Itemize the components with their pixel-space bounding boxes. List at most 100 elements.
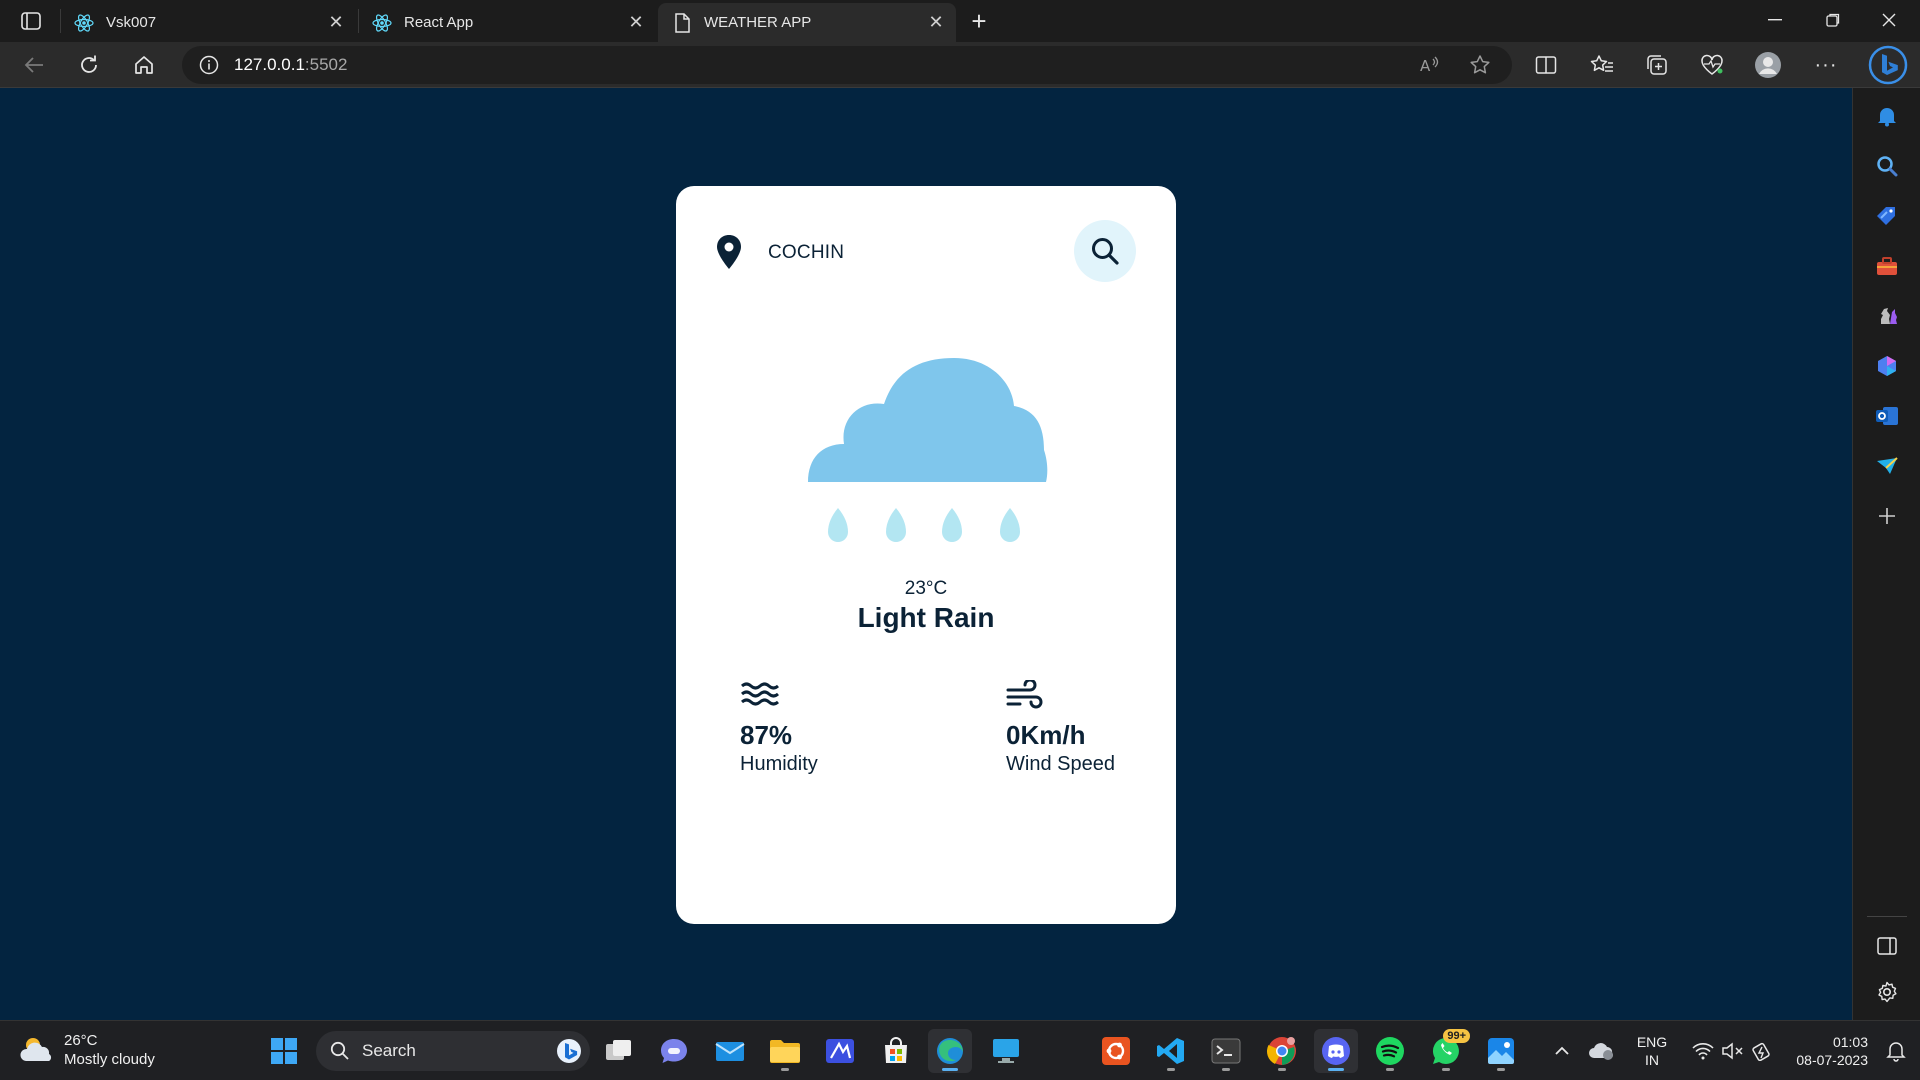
refresh-button[interactable] — [71, 48, 107, 82]
settings-menu-button[interactable]: ··· — [1808, 48, 1844, 82]
vscode-button[interactable] — [1149, 1029, 1193, 1073]
vector-app-button[interactable] — [818, 1029, 862, 1073]
back-button[interactable] — [16, 48, 52, 82]
running-indicator — [1497, 1068, 1505, 1071]
running-indicator — [942, 1068, 958, 1071]
city-name[interactable]: COCHIN — [768, 242, 844, 264]
spotify-button[interactable] — [1368, 1029, 1412, 1073]
file-explorer-button[interactable] — [763, 1029, 807, 1073]
running-indicator — [1222, 1068, 1230, 1071]
search-icon[interactable] — [1871, 150, 1903, 182]
sidebar-settings-gear-icon[interactable] — [1871, 976, 1903, 1008]
hide-sidebar-icon[interactable] — [1871, 930, 1903, 962]
wind-speed-label: Wind Speed — [1006, 753, 1115, 775]
search-icon — [330, 1041, 349, 1060]
refresh-icon — [81, 55, 97, 73]
home-button[interactable] — [126, 48, 162, 82]
discord-icon — [1322, 1037, 1350, 1065]
url-host: 127.0.0.1 — [234, 55, 305, 74]
chrome-icon — [1266, 1037, 1296, 1065]
tab-title: Vsk007 — [106, 14, 157, 31]
task-view-icon — [606, 1040, 631, 1060]
weather-card: COCHIN 23°C Light Rain 87% Humidity 0Km/… — [676, 186, 1176, 924]
tab-title: WEATHER APP — [704, 14, 812, 31]
close-tab-icon[interactable]: ✕ — [926, 12, 946, 32]
whatsapp-button[interactable]: 99+ — [1424, 1029, 1470, 1073]
ubuntu-button[interactable] — [1094, 1029, 1138, 1073]
browser-essentials-button[interactable] — [1694, 48, 1730, 82]
react-icon — [372, 13, 392, 33]
start-button[interactable] — [262, 1029, 306, 1073]
microsoft-store-button[interactable] — [874, 1029, 918, 1073]
task-view-button[interactable] — [597, 1029, 641, 1073]
humidity-stat: 87% Humidity — [740, 680, 818, 777]
chrome-button[interactable] — [1260, 1029, 1304, 1073]
url-text[interactable]: 127.0.0.1:5502 — [234, 55, 347, 75]
favorite-star-icon[interactable] — [1466, 52, 1494, 78]
chevron-up-icon — [1555, 1046, 1569, 1055]
split-screen-button[interactable] — [1528, 48, 1564, 82]
restore-button[interactable] — [1806, 0, 1860, 40]
outlook-icon[interactable] — [1871, 400, 1903, 432]
shopping-tag-icon[interactable] — [1871, 200, 1903, 232]
browser-tab-bar: Vsk007 ✕ React App ✕ WEATHER APP ✕ + — [0, 0, 1920, 42]
clock[interactable]: 01:03 08-07-2023 — [1780, 1033, 1880, 1069]
sidebar-divider — [1867, 916, 1907, 917]
bing-icon — [557, 1039, 581, 1063]
battery-charging-icon — [1752, 1042, 1770, 1061]
tab-title: React App — [404, 14, 474, 31]
edge-browser-button[interactable] — [928, 1029, 972, 1073]
add-sidebar-app-icon[interactable] — [1871, 500, 1903, 532]
wifi-icon — [1692, 1043, 1714, 1060]
partly-cloudy-icon — [20, 1038, 52, 1061]
close-tab-icon[interactable]: ✕ — [326, 12, 346, 32]
show-hidden-icons-button[interactable] — [1540, 1029, 1584, 1073]
tab-weather-app[interactable]: WEATHER APP ✕ — [658, 3, 956, 42]
tab-actions-menu-button[interactable] — [14, 7, 48, 35]
profile-button[interactable] — [1750, 48, 1786, 82]
games-chess-icon[interactable] — [1871, 300, 1903, 332]
edge-sidebar — [1852, 88, 1920, 1020]
search-button[interactable] — [1074, 220, 1136, 282]
split-screen-icon — [1535, 56, 1557, 74]
notification-center-button[interactable] — [1876, 1029, 1916, 1073]
wind-stat: 0Km/h Wind Speed — [1006, 678, 1115, 777]
humidity-label: Humidity — [740, 753, 818, 775]
taskbar-search-box[interactable]: Search — [316, 1031, 590, 1071]
spotify-icon — [1376, 1037, 1404, 1065]
location-pin-icon — [717, 235, 741, 269]
new-tab-button[interactable]: + — [964, 6, 994, 36]
address-bar[interactable]: 127.0.0.1:5502 A — [182, 46, 1512, 84]
tab-react-app[interactable]: React App ✕ — [358, 3, 656, 42]
quick-settings-button[interactable] — [1682, 1029, 1782, 1073]
drop-send-icon[interactable] — [1871, 450, 1903, 482]
close-tab-icon[interactable]: ✕ — [626, 12, 646, 32]
tab-vsk007[interactable]: Vsk007 ✕ — [60, 3, 356, 42]
teams-chat-button[interactable] — [652, 1029, 696, 1073]
discord-button[interactable] — [1314, 1029, 1358, 1073]
svg-text:A: A — [1420, 57, 1431, 75]
site-info-icon[interactable] — [198, 54, 220, 76]
running-indicator — [1442, 1068, 1450, 1071]
microsoft-365-icon[interactable] — [1871, 350, 1903, 382]
photos-icon — [1488, 1038, 1514, 1064]
favorites-button[interactable] — [1584, 48, 1620, 82]
notifications-bell-icon[interactable] — [1871, 100, 1903, 132]
tools-briefcase-icon[interactable] — [1871, 250, 1903, 282]
language-indicator[interactable]: ENG IN — [1632, 1033, 1672, 1069]
clock-time: 01:03 — [1832, 1034, 1868, 1050]
close-window-button[interactable] — [1862, 0, 1916, 40]
wind-icon — [1006, 678, 1043, 709]
collections-button[interactable] — [1639, 48, 1675, 82]
terminal-button[interactable] — [1204, 1029, 1248, 1073]
photos-button[interactable] — [1479, 1029, 1523, 1073]
bing-copilot-button[interactable] — [1866, 45, 1910, 85]
remote-desktop-button[interactable] — [984, 1029, 1028, 1073]
onedrive-tray-button[interactable] — [1580, 1029, 1624, 1073]
volume-muted-icon — [1722, 1042, 1743, 1060]
read-aloud-icon[interactable]: A — [1416, 52, 1444, 78]
back-arrow-icon — [24, 57, 43, 73]
minimize-button[interactable] — [1748, 0, 1802, 40]
taskbar-weather-widget[interactable]: 26°C Mostly cloudy — [20, 1031, 155, 1069]
mail-button[interactable] — [708, 1029, 752, 1073]
